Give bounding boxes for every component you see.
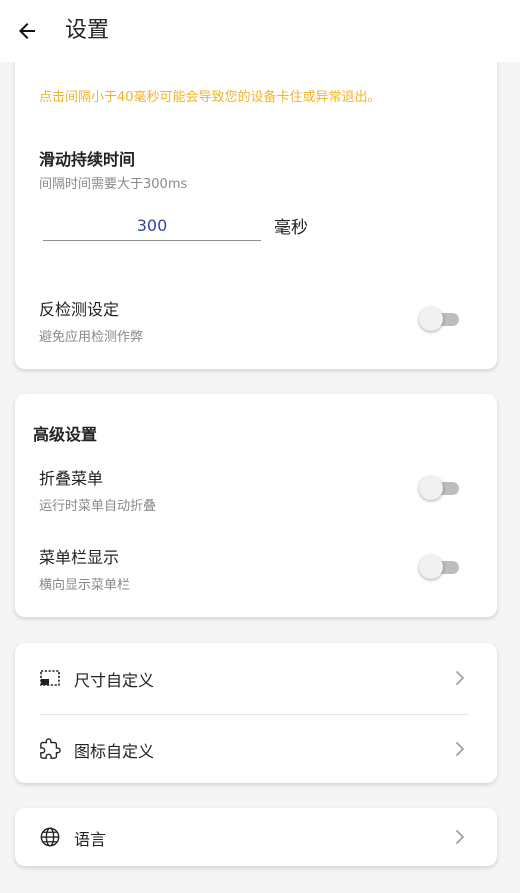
collapse-menu-title: 折叠菜单 (39, 469, 104, 488)
app-bar: 设置 (0, 0, 520, 62)
chevron-right-icon (456, 671, 464, 685)
page-title: 设置 (65, 18, 110, 43)
anti-detection-title: 反检测设定 (39, 300, 120, 319)
size-customize-row[interactable]: 尺寸自定义 (15, 643, 497, 715)
language-label: 语言 (74, 830, 107, 849)
puzzle-piece-icon (40, 738, 61, 759)
swipe-duration-subtitle: 间隔时间需要大于300ms (39, 177, 188, 192)
icon-customize-label: 图标自定义 (74, 742, 155, 761)
click-interval-warning: 点击间隔小于40毫秒可能会导致您的设备卡住或异常退出。 (39, 90, 381, 105)
collapse-menu-toggle[interactable] (419, 476, 461, 500)
toggle-knob (419, 476, 443, 500)
toggle-knob (419, 555, 443, 579)
menu-bar-display-subtitle: 横向显示菜单栏 (39, 578, 131, 593)
language-card: 语言 (15, 808, 497, 866)
back-arrow-icon[interactable] (15, 19, 39, 43)
customize-card: 尺寸自定义 图标自定义 (15, 643, 497, 783)
crop-frame-icon (40, 670, 60, 686)
globe-icon (40, 827, 60, 847)
duration-unit-label: 毫秒 (274, 218, 308, 238)
size-customize-label: 尺寸自定义 (74, 671, 155, 690)
collapse-menu-subtitle: 运行时菜单自动折叠 (39, 499, 157, 514)
chevron-right-icon (456, 742, 464, 756)
advanced-settings-card: 高级设置 折叠菜单 运行时菜单自动折叠 菜单栏显示 横向显示菜单栏 (15, 394, 497, 617)
settings-screen: 设置 点击间隔小于40毫秒可能会导致您的设备卡住或异常退出。 滑动持续时间 间隔… (0, 0, 520, 893)
chevron-right-icon (456, 830, 464, 844)
anti-detection-subtitle: 避免应用检测作弊 (39, 330, 144, 345)
language-row[interactable]: 语言 (15, 802, 497, 872)
advanced-settings-title: 高级设置 (33, 425, 98, 444)
icon-customize-row[interactable]: 图标自定义 (15, 714, 497, 784)
swipe-duration-title: 滑动持续时间 (39, 150, 136, 169)
anti-detection-toggle[interactable] (419, 307, 461, 331)
menu-bar-display-toggle[interactable] (419, 555, 461, 579)
toggle-knob (419, 307, 443, 331)
swipe-duration-input[interactable] (43, 210, 261, 241)
menu-bar-display-title: 菜单栏显示 (39, 548, 120, 567)
general-settings-card: 点击间隔小于40毫秒可能会导致您的设备卡住或异常退出。 滑动持续时间 间隔时间需… (15, 40, 497, 369)
